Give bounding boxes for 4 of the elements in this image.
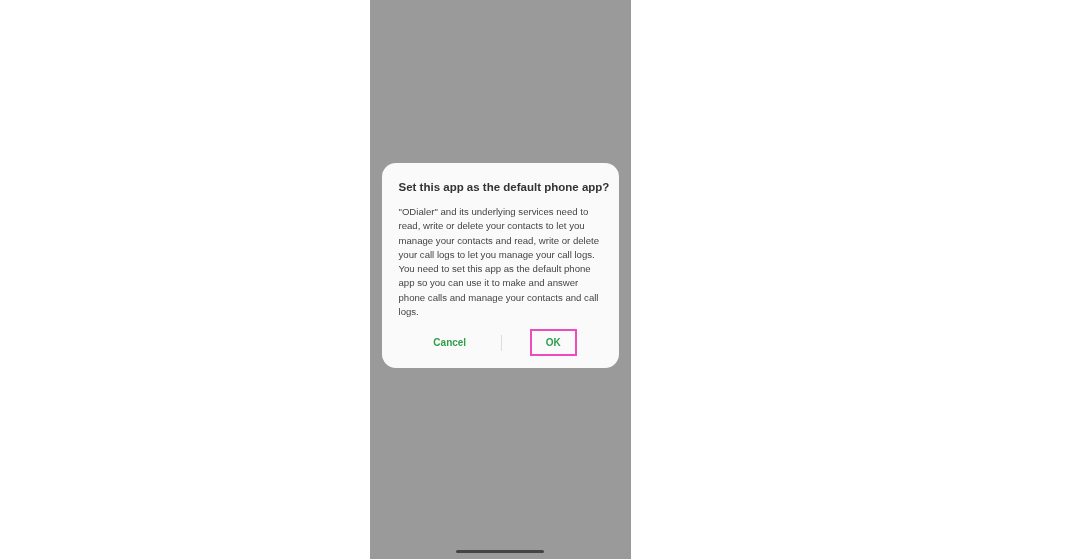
dialog-message: "ODialer" and its underlying services need to read, write or delete your contacts to let you manage your contacts and read, write or delete your call logs to let you manage your call logs. xyxy=(398,205,601,262)
dialog-message: You need to set this app as the default phone app so you can use it to make and answer phone calls and manage your contacts and call logs. xyxy=(398,262,600,320)
dialog-button[interactable]: Cancel xyxy=(417,329,483,357)
dialog-button[interactable]: OK xyxy=(529,329,577,357)
